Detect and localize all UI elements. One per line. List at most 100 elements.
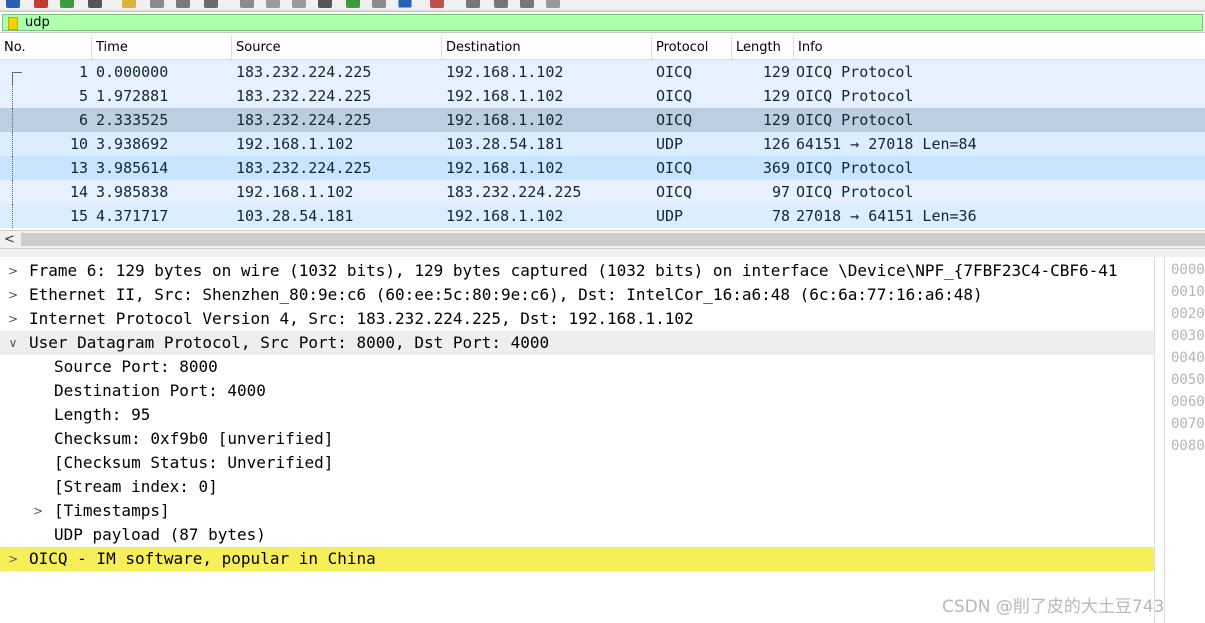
packet-time: 4.371717 [96, 207, 169, 225]
hex-offset: 0000 [1171, 262, 1205, 278]
packet-list-header: No. Time Source Destination Protocol Len… [0, 36, 1205, 60]
display-filter-value[interactable]: udp [25, 15, 50, 31]
packet-list-hscrollbar[interactable]: < [0, 230, 1205, 249]
autoscroll-icon[interactable] [398, 0, 412, 8]
packet-info: OICQ Protocol [796, 111, 914, 129]
reload-file-icon[interactable] [204, 0, 218, 8]
detail-text: Destination Port: 4000 [54, 381, 266, 400]
detail-row-ipv4[interactable]: > Internet Protocol Version 4, Src: 183.… [0, 307, 1154, 331]
packet-list: No. Time Source Destination Protocol Len… [0, 36, 1205, 232]
chevron-down-icon[interactable]: ∨ [5, 331, 21, 355]
chevron-right-icon[interactable]: > [5, 283, 21, 307]
detail-text: [Checksum Status: Unverified] [54, 453, 334, 472]
go-to-packet-icon[interactable] [318, 0, 332, 8]
packet-source: 192.168.1.102 [236, 135, 354, 153]
stop-capture-icon[interactable] [34, 0, 48, 8]
start-capture-icon[interactable] [6, 0, 20, 8]
zoom-out-icon[interactable] [494, 0, 508, 8]
detail-row-stream-index[interactable]: [Stream index: 0] [0, 475, 1154, 499]
packet-protocol: UDP [656, 135, 684, 153]
save-file-icon[interactable] [150, 0, 164, 8]
scroll-left-icon[interactable]: < [0, 231, 19, 248]
detail-text: OICQ - IM software, popular in China [29, 549, 376, 568]
main-toolbar [0, 0, 1205, 11]
packet-protocol: OICQ [656, 159, 693, 177]
detail-row-timestamps[interactable]: > [Timestamps] [0, 499, 1154, 523]
detail-row-ethernet[interactable]: > Ethernet II, Src: Shenzhen_80:9e:c6 (6… [0, 283, 1154, 307]
first-packet-icon[interactable] [346, 0, 360, 8]
packet-length: 97 [771, 183, 790, 201]
packet-row[interactable]: 13 3.985614 183.232.224.225 192.168.1.10… [0, 156, 1205, 180]
colorize-icon[interactable] [430, 0, 444, 8]
column-header-info[interactable]: Info [794, 36, 1205, 60]
chevron-right-icon[interactable]: > [5, 547, 21, 571]
display-filter-bar: udp [0, 11, 1205, 33]
packet-source: 183.232.224.225 [236, 159, 372, 177]
filter-bookmark-icon[interactable] [8, 17, 18, 30]
detail-row-checksum-status[interactable]: [Checksum Status: Unverified] [0, 451, 1154, 475]
detail-row-checksum[interactable]: Checksum: 0xf9b0 [unverified] [0, 427, 1154, 451]
go-back-icon[interactable] [266, 0, 280, 8]
resize-columns-icon[interactable] [546, 0, 560, 8]
column-header-destination[interactable]: Destination [442, 36, 652, 60]
detail-row-frame[interactable]: > Frame 6: 129 bytes on wire (1032 bits)… [0, 259, 1154, 283]
packet-row-selected[interactable]: 6 2.333525 183.232.224.225 192.168.1.102… [0, 108, 1205, 132]
packet-destination: 192.168.1.102 [446, 207, 564, 225]
packet-time: 3.985614 [96, 159, 169, 177]
detail-row-oicq[interactable]: > OICQ - IM software, popular in China [0, 547, 1154, 571]
detail-row-src-port[interactable]: Source Port: 8000 [0, 355, 1154, 379]
zoom-in-icon[interactable] [466, 0, 480, 8]
packet-source: 183.232.224.225 [236, 87, 372, 105]
packet-destination: 192.168.1.102 [446, 159, 564, 177]
packet-row[interactable]: 15 4.371717 103.28.54.181 192.168.1.102 … [0, 204, 1205, 228]
packet-info: OICQ Protocol [796, 63, 914, 81]
hex-offset: 0040 [1171, 350, 1205, 366]
detail-row-udp[interactable]: ∨ User Datagram Protocol, Src Port: 8000… [0, 331, 1154, 355]
options-icon[interactable] [88, 0, 102, 8]
packet-details: > Frame 6: 129 bytes on wire (1032 bits)… [0, 257, 1155, 623]
packet-no: 5 [78, 87, 88, 105]
packet-no: 1 [78, 63, 88, 81]
chevron-right-icon[interactable]: > [5, 307, 21, 331]
pane-splitter[interactable] [0, 249, 1205, 257]
packet-row[interactable]: 5 1.972881 183.232.224.225 192.168.1.102… [0, 84, 1205, 108]
close-file-icon[interactable] [176, 0, 190, 8]
packet-row[interactable]: 14 3.985838 192.168.1.102 183.232.224.22… [0, 180, 1205, 204]
display-filter-input[interactable]: udp [2, 14, 1203, 31]
go-forward-icon[interactable] [292, 0, 306, 8]
detail-row-length[interactable]: Length: 95 [0, 403, 1154, 427]
detail-text: Frame 6: 129 bytes on wire (1032 bits), … [29, 261, 1118, 280]
column-header-source[interactable]: Source [232, 36, 442, 60]
packet-time: 2.333525 [96, 111, 169, 129]
scroll-thumb[interactable] [21, 233, 1205, 246]
packet-row[interactable]: 10 3.938692 192.168.1.102 103.28.54.181 … [0, 132, 1205, 156]
packet-destination: 183.232.224.225 [446, 183, 582, 201]
packet-no: 15 [69, 207, 88, 225]
packet-row[interactable]: 1 0.000000 183.232.224.225 192.168.1.102… [0, 60, 1205, 84]
packet-no: 6 [78, 111, 88, 129]
restart-capture-icon[interactable] [60, 0, 74, 8]
detail-row-udp-payload[interactable]: UDP payload (87 bytes) [0, 523, 1154, 547]
packet-length: 126 [762, 135, 790, 153]
last-packet-icon[interactable] [372, 0, 386, 8]
column-header-protocol[interactable]: Protocol [652, 36, 732, 60]
packet-length: 129 [762, 63, 790, 81]
packet-info: OICQ Protocol [796, 159, 914, 177]
column-header-no[interactable]: No. [0, 36, 92, 60]
hex-offset: 0080 [1171, 438, 1205, 454]
packet-length: 129 [762, 111, 790, 129]
chevron-right-icon[interactable]: > [30, 499, 46, 523]
detail-text: [Timestamps] [54, 501, 170, 520]
packet-bytes-pane: 0000 0010 0020 0030 0040 0050 0060 0070 … [1164, 257, 1205, 623]
detail-row-dst-port[interactable]: Destination Port: 4000 [0, 379, 1154, 403]
find-packet-icon[interactable] [240, 0, 254, 8]
column-header-length[interactable]: Length [732, 36, 794, 60]
packet-protocol: OICQ [656, 87, 693, 105]
column-header-time[interactable]: Time [92, 36, 232, 60]
chevron-right-icon[interactable]: > [5, 259, 21, 283]
zoom-reset-icon[interactable] [520, 0, 534, 8]
packet-protocol: UDP [656, 207, 684, 225]
open-file-icon[interactable] [122, 0, 136, 8]
packet-protocol: OICQ [656, 111, 693, 129]
packet-source: 183.232.224.225 [236, 63, 372, 81]
